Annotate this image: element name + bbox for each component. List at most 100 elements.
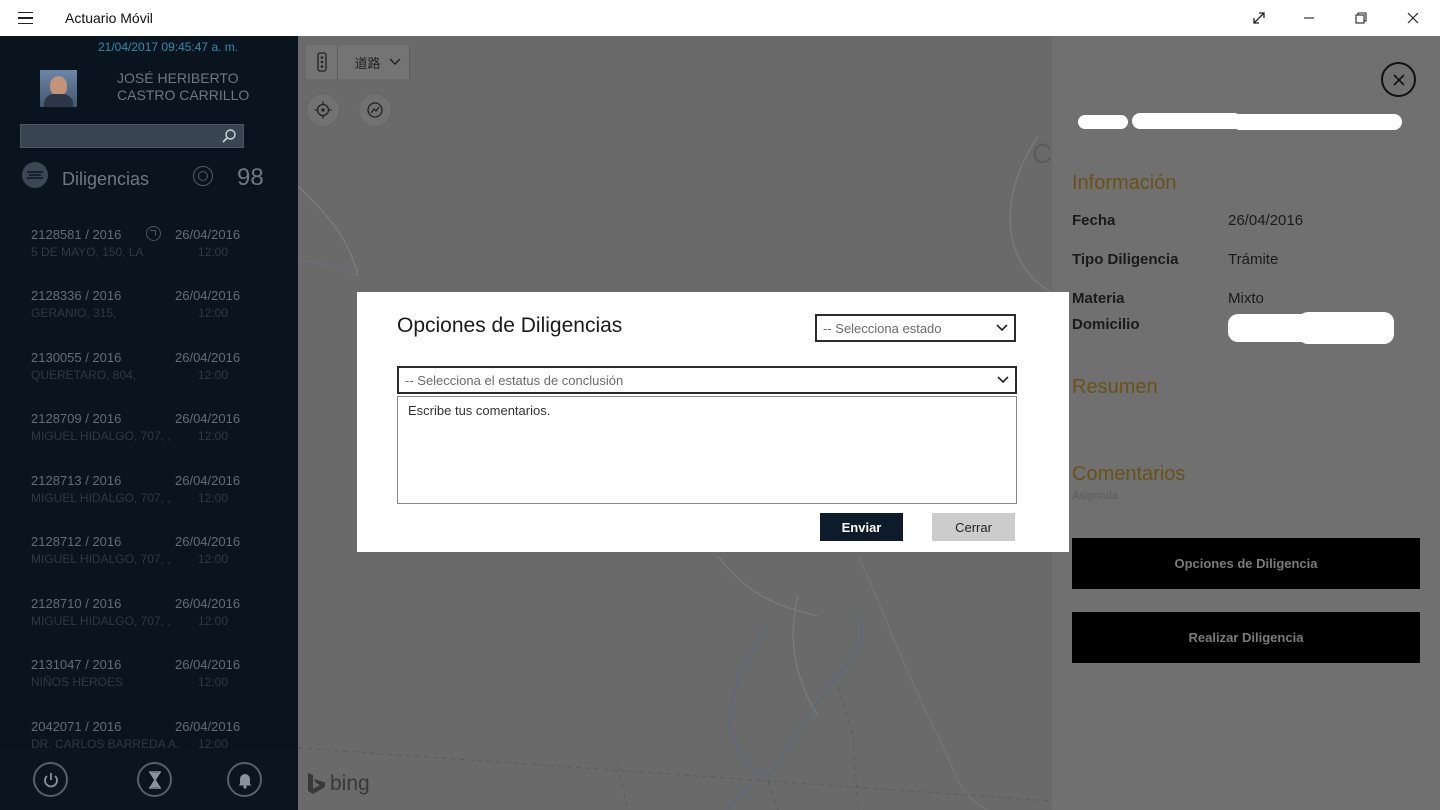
sidebar: 21/04/2017 09:45:47 a. m. JOSÉ HERIBERTO… (0, 36, 298, 810)
conclusion-select[interactable]: -- Selecciona el estatus de conclusión (397, 366, 1017, 394)
sidebar-bottom-bar (0, 750, 298, 810)
list-item[interactable]: 2128336 / 2016 26/04/2016 GERANIO, 315, … (0, 277, 298, 338)
sync-datetime: 21/04/2017 09:45:47 a. m. (98, 40, 239, 54)
route-icon[interactable] (358, 93, 392, 127)
case-time: 12:00 (198, 429, 229, 443)
map-style-select[interactable]: 道路 (338, 45, 410, 79)
case-time: 12:00 (198, 675, 229, 689)
case-id: 2128710 / 2016 (31, 596, 122, 611)
list-item[interactable]: 2131047 / 2016 26/04/2016 NIÑOS HEROES 1… (0, 646, 298, 707)
summary-heading: Resumen (1072, 376, 1158, 398)
comments-textarea[interactable]: Escribe tus comentarios. (397, 396, 1017, 504)
send-button[interactable]: Enviar (820, 513, 903, 541)
case-id: 2131047 / 2016 (31, 657, 122, 672)
chevron-down-icon (991, 368, 1015, 392)
hamburger-menu-icon[interactable] (14, 8, 38, 28)
case-date: 26/04/2016 (175, 657, 241, 672)
case-time: 12:00 (198, 614, 229, 628)
field-value-fecha: 26/04/2016 (1228, 212, 1304, 229)
app-title: Actuario Móvil (65, 10, 153, 26)
case-address: MIGUEL HIDALGO, 707, , (31, 429, 171, 443)
dialog-title: Opciones de Diligencias (397, 314, 623, 337)
list-item[interactable]: 2130055 / 2016 26/04/2016 QUERETARO, 804… (0, 339, 298, 400)
list-item[interactable]: 2128710 / 2016 26/04/2016 MIGUEL HIDALGO… (0, 585, 298, 646)
info-heading: Información (1072, 172, 1177, 194)
section-title: Diligencias (62, 169, 150, 189)
options-dialog: Opciones de Diligencias -- Selecciona es… (357, 292, 1069, 552)
locate-me-icon[interactable] (306, 93, 340, 127)
redacted-name (1072, 113, 1402, 131)
user-name: JOSÉ HERIBERTO CASTRO CARRILLO (117, 70, 249, 104)
state-select[interactable]: -- Selecciona estado (815, 314, 1016, 342)
options-button[interactable]: Opciones de Diligencia (1072, 538, 1420, 589)
fullscreen-icon[interactable] (1236, 0, 1282, 36)
cancel-button[interactable]: Cerrar (932, 513, 1015, 541)
navigate-icon[interactable] (146, 226, 161, 241)
comments-heading: Comentarios (1072, 463, 1186, 485)
case-time: 12:00 (198, 552, 229, 566)
case-date: 26/04/2016 (175, 350, 241, 365)
bing-logo: bing (306, 772, 370, 796)
power-icon[interactable] (33, 762, 68, 797)
list-item[interactable]: 2128709 / 2016 26/04/2016 MIGUEL HIDALGO… (0, 400, 298, 461)
case-id: 2128581 / 2016 (31, 227, 122, 242)
list-item[interactable]: 2128713 / 2016 26/04/2016 MIGUEL HIDALGO… (0, 462, 298, 523)
avatar (40, 70, 77, 107)
case-time: 12:00 (198, 245, 229, 259)
case-date: 26/04/2016 (175, 227, 241, 242)
hourglass-icon[interactable] (137, 762, 172, 797)
case-time: 12:00 (198, 368, 229, 382)
details-panel: Información Fecha 26/04/2016 Tipo Dilige… (1052, 36, 1440, 810)
case-id: 2128712 / 2016 (31, 534, 122, 549)
field-value-tipo: Trámite (1228, 251, 1279, 268)
case-date: 26/04/2016 (175, 534, 241, 549)
close-details-icon[interactable] (1381, 62, 1416, 97)
minimize-icon[interactable] (1286, 0, 1332, 36)
case-address: MIGUEL HIDALGO, 707, , (31, 614, 171, 628)
list-item[interactable]: 2128581 / 2016 26/04/2016 5 DE MAYO, 150… (0, 216, 298, 277)
map-toolbar: 道路 (306, 45, 410, 79)
map-style-label: 道路 (354, 55, 381, 71)
field-value-materia: Mixto (1228, 290, 1264, 307)
case-address: MIGUEL HIDALGO, 707, , (31, 552, 171, 566)
restore-icon[interactable] (1338, 0, 1384, 36)
list-item[interactable]: 2128712 / 2016 26/04/2016 MIGUEL HIDALGO… (0, 523, 298, 584)
close-icon[interactable] (1390, 0, 1436, 36)
user-name-line2: CASTRO CARRILLO (117, 87, 250, 103)
case-time: 12:00 (198, 306, 229, 320)
chevron-down-icon (388, 58, 401, 66)
case-date: 26/04/2016 (175, 288, 241, 303)
case-date: 26/04/2016 (175, 411, 241, 426)
comments-status: Asignada (1072, 490, 1118, 502)
bell-icon[interactable] (227, 762, 262, 797)
target-filter-icon[interactable] (193, 166, 213, 186)
case-id: 2128713 / 2016 (31, 473, 122, 488)
case-id: 2128336 / 2016 (31, 288, 122, 303)
field-label-domicilio: Domicilio (1072, 316, 1140, 333)
case-date: 26/04/2016 (175, 596, 241, 611)
map-partial-label: C (1032, 138, 1052, 169)
bing-logo-text: bing (330, 772, 370, 795)
search-icon[interactable] (221, 128, 237, 144)
case-address: QUERETARO, 804, (31, 368, 137, 382)
title-bar: Actuario Móvil (0, 0, 1440, 36)
diligencias-count: 98 (237, 164, 264, 191)
field-label-tipo: Tipo Diligencia (1072, 251, 1179, 268)
redacted-address (1228, 312, 1408, 346)
case-time: 12:00 (198, 737, 229, 751)
case-date: 26/04/2016 (175, 473, 241, 488)
case-id: 2130055 / 2016 (31, 350, 122, 365)
search-input[interactable] (20, 124, 244, 148)
conclusion-select-value: -- Selecciona el estatus de conclusión (405, 372, 624, 388)
bing-icon (308, 773, 325, 794)
field-label-fecha: Fecha (1072, 212, 1116, 229)
case-address: 5 DE MAYO, 150, LA (31, 245, 144, 259)
state-select-value: -- Selecciona estado (823, 320, 942, 336)
case-id: 2042071 / 2016 (31, 719, 122, 734)
case-id: 2128709 / 2016 (31, 411, 122, 426)
perform-button[interactable]: Realizar Diligencia (1072, 612, 1420, 663)
diligencias-icon (22, 162, 48, 188)
traffic-icon[interactable] (306, 45, 338, 79)
case-address: DR. CARLOS BARREDA A. (31, 737, 180, 751)
case-address: MIGUEL HIDALGO, 707, , (31, 491, 171, 505)
